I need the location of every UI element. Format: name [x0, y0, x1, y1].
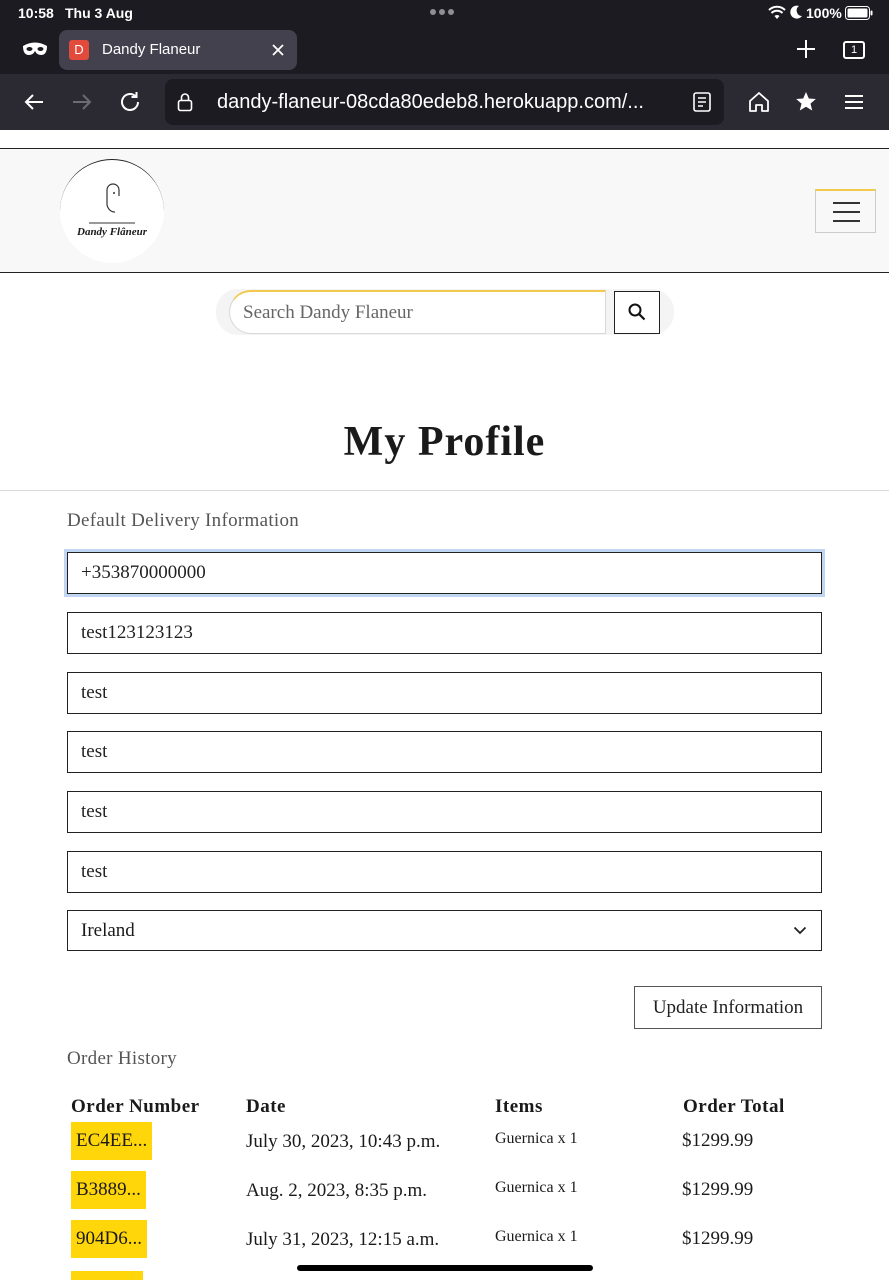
street-address-2-field[interactable]	[67, 672, 822, 714]
postcode-field[interactable]	[67, 851, 822, 893]
private-mask-icon[interactable]	[22, 40, 48, 60]
hamburger-icon	[833, 202, 860, 204]
nav-menu-toggle-button[interactable]	[815, 189, 876, 233]
menu-icon[interactable]	[842, 90, 866, 114]
moon-icon	[790, 5, 802, 19]
order-total: $1299.99	[682, 1130, 754, 1151]
update-information-button[interactable]: Update Information	[634, 986, 822, 1029]
url-text: dandy-flaneur-08cda80edeb8.herokuapp.com…	[217, 91, 644, 113]
reload-icon[interactable]	[118, 90, 142, 114]
page-title: My Profile	[343, 419, 546, 465]
order-date: Aug. 2, 2023, 8:35 p.m.	[246, 1180, 428, 1201]
table-row: EC4EE... July 30, 2023, 10:43 p.m. Guern…	[67, 1122, 827, 1162]
table-row: 904D6... July 31, 2023, 12:15 a.m. Guern…	[67, 1220, 827, 1260]
site-header: Dandy Flâneur	[0, 148, 889, 273]
title-divider	[0, 490, 889, 491]
site-logo[interactable]: Dandy Flâneur	[60, 159, 164, 263]
table-row: B3889... Aug. 2, 2023, 8:35 p.m. Guernic…	[67, 1171, 827, 1211]
search-input[interactable]	[229, 290, 606, 334]
status-bar: 10:58 Thu 3 Aug 100%	[0, 0, 889, 26]
wifi-icon	[768, 5, 786, 19]
county-field[interactable]	[67, 791, 822, 833]
tab-strip: D Dandy Flaneur 1	[0, 26, 889, 74]
back-icon[interactable]	[22, 90, 46, 114]
bookmark-star-icon[interactable]	[794, 90, 818, 114]
status-date: Thu 3 Aug	[65, 5, 133, 21]
column-header-order-number: Order Number	[71, 1096, 200, 1117]
town-or-city-field[interactable]	[67, 731, 822, 773]
multitasking-dots-icon[interactable]	[430, 9, 458, 17]
tab-title: Dandy Flaneur	[102, 41, 201, 58]
battery-icon	[845, 6, 873, 20]
close-icon[interactable]	[271, 43, 285, 57]
phone-number-field[interactable]	[67, 552, 822, 594]
order-items: Guernica x 1	[495, 1179, 578, 1196]
order-items: Guernica x 1	[495, 1130, 578, 1147]
battery-percent: 100%	[806, 5, 842, 21]
street-address-1-field[interactable]	[67, 612, 822, 654]
order-items: Guernica x 1	[495, 1228, 578, 1245]
site-favicon-icon: D	[69, 40, 89, 60]
chevron-down-icon	[793, 926, 807, 935]
flaneur-figure-icon	[89, 183, 135, 224]
lock-icon	[177, 93, 193, 112]
address-bar[interactable]: dandy-flaneur-08cda80edeb8.herokuapp.com…	[165, 79, 724, 125]
country-select-value: Ireland	[81, 920, 135, 941]
delivery-section-label: Default Delivery Information	[67, 510, 300, 531]
order-date: July 30, 2023, 10:43 p.m.	[246, 1131, 441, 1152]
browser-tab[interactable]: D Dandy Flaneur	[59, 30, 297, 70]
tabs-icon[interactable]: 1	[843, 41, 865, 59]
country-select[interactable]: Ireland	[67, 910, 822, 951]
logo-text: Dandy Flâneur	[77, 226, 147, 238]
browser-toolbar: dandy-flaneur-08cda80edeb8.herokuapp.com…	[0, 74, 889, 130]
order-date: July 31, 2023, 12:15 a.m.	[246, 1229, 440, 1250]
home-indicator[interactable]	[297, 1265, 593, 1271]
plus-icon[interactable]	[795, 38, 817, 60]
order-history-label: Order History	[67, 1048, 177, 1069]
order-number-link[interactable]: B3889...	[71, 1171, 146, 1209]
status-time: 10:58	[18, 5, 54, 21]
order-total: $1299.99	[682, 1179, 754, 1200]
order-number-link[interactable]: EC4EE...	[71, 1122, 153, 1160]
search-icon	[628, 303, 646, 321]
reader-icon[interactable]	[693, 92, 711, 112]
search-button[interactable]	[614, 291, 660, 334]
column-header-date: Date	[246, 1096, 286, 1117]
order-number-link-partial[interactable]	[71, 1271, 143, 1280]
home-icon[interactable]	[747, 90, 771, 114]
order-number-link[interactable]: 904D6...	[71, 1220, 147, 1258]
column-header-items: Items	[495, 1096, 543, 1117]
order-total: $1299.99	[682, 1228, 754, 1249]
column-header-order-total: Order Total	[683, 1096, 785, 1117]
forward-icon[interactable]	[70, 90, 94, 114]
